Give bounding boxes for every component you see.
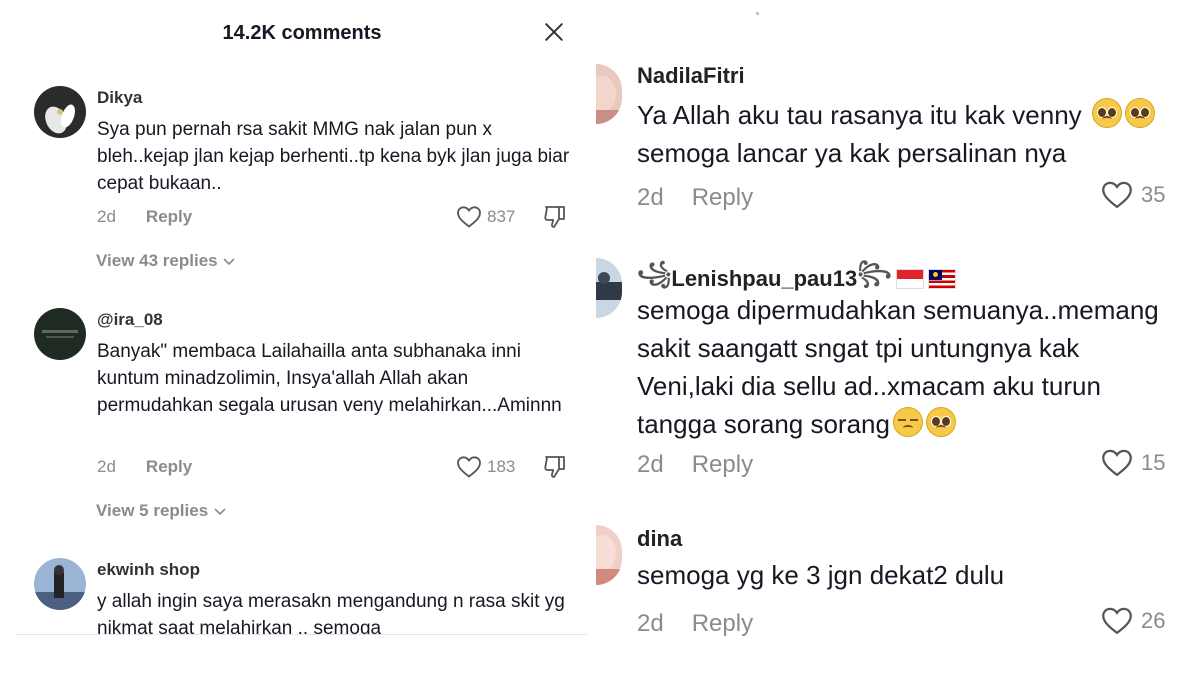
malaysia-flag (927, 268, 956, 289)
reply-button[interactable]: Reply (146, 207, 192, 226)
comment-username[interactable]: @ira_08 (97, 310, 163, 330)
comment-meta: 2d Reply (637, 184, 753, 212)
pensive-face-emoji (892, 407, 923, 437)
pleading-face-emoji (1124, 98, 1155, 128)
like-count: 35 (1141, 182, 1166, 207)
avatar[interactable] (34, 558, 86, 610)
like-button[interactable]: 183 (456, 455, 515, 479)
comments-panel-left: 14.2K comments Dikya Sya pun pernah rsa … (0, 0, 596, 674)
like-button[interactable]: 837 (456, 205, 515, 229)
username-text: Lenishpau_pau13 (671, 265, 858, 291)
heart-icon (457, 206, 481, 228)
comment-line: Veni,laki dia sellu ad..xmacam aku turun (637, 371, 1101, 401)
comment-username[interactable]: Dikya (97, 88, 142, 108)
comments-panel-right: NadilaFitri Ya Allah aku tau rasanya itu… (596, 0, 1200, 674)
comments-count-title: 14.2K comments (222, 22, 382, 44)
comment-time: 2d (97, 207, 116, 226)
comment-line: tangga sorang sorang (637, 409, 890, 439)
reply-button[interactable]: Reply (692, 451, 753, 478)
avatar[interactable] (596, 64, 622, 124)
chevron-down-icon (223, 258, 235, 266)
comment-line: Ya Allah aku tau rasanya itu kak venny (637, 100, 1082, 130)
comment-time: 2d (637, 451, 664, 478)
comment-username[interactable]: dina (637, 526, 682, 552)
comment-time: 2d (637, 610, 664, 637)
chevron-down-icon (214, 508, 226, 516)
divider-dot (756, 12, 759, 15)
dislike-icon[interactable] (542, 454, 568, 485)
avatar[interactable] (596, 258, 622, 318)
like-count: 837 (487, 207, 516, 226)
pleading-face-emoji (925, 407, 956, 437)
view-replies-button[interactable]: View 43 replies (96, 251, 236, 271)
dislike-icon[interactable] (542, 204, 568, 235)
comment-time: 2d (97, 457, 116, 476)
reply-button[interactable]: Reply (146, 457, 192, 476)
view-replies-button[interactable]: View 5 replies (96, 501, 227, 521)
comment-text: Banyak" membaca Lailahailla anta subhana… (97, 341, 562, 416)
panel-bottom-mask (0, 635, 596, 674)
like-count: 26 (1141, 608, 1166, 633)
view-replies-label: View 43 replies (96, 251, 218, 270)
avatar[interactable] (596, 525, 622, 585)
comment-text: Ya Allah aku tau rasanya itu kak venny s… (637, 96, 1200, 172)
comment-time: 2d (637, 184, 664, 211)
indonesia-flag (895, 268, 924, 289)
reply-button[interactable]: Reply (692, 184, 753, 211)
heart-icon (1102, 449, 1132, 477)
divider (15, 634, 587, 635)
view-replies-label: View 5 replies (96, 501, 209, 520)
comment-text: semoga yg ke 3 jgn dekat2 dulu (637, 556, 1200, 594)
like-count: 15 (1141, 450, 1166, 475)
like-button[interactable]: 15 (1100, 448, 1165, 478)
close-icon[interactable] (540, 18, 568, 46)
heart-icon (1102, 181, 1132, 209)
comment-username[interactable]: ekwinh shop (97, 560, 200, 580)
comment-meta: 2d Reply (97, 207, 192, 227)
reply-button[interactable]: Reply (692, 610, 753, 637)
avatar[interactable] (34, 86, 86, 138)
comment-line: semoga lancar ya kak persalinan nya (637, 138, 1067, 168)
like-count: 183 (487, 457, 516, 476)
comment-text: semoga dipermudahkan semuanya..memang sa… (637, 291, 1200, 443)
comment-text: Sya pun pernah rsa sakit MMG nak jalan p… (97, 119, 570, 194)
avatar[interactable] (34, 308, 86, 360)
heart-icon (457, 456, 481, 478)
comment-meta: 2d Reply (637, 610, 753, 638)
comment-line: semoga yg ke 3 jgn dekat2 dulu (637, 560, 1005, 590)
heart-icon (1102, 607, 1132, 635)
pleading-face-emoji (1091, 98, 1122, 128)
comment-meta: 2d Reply (97, 457, 192, 477)
comment-line: sakit saangatt sngat tpi untungnya kak (637, 333, 1080, 363)
comment-line: semoga dipermudahkan semuanya..memang (637, 295, 1159, 325)
comment-username[interactable]: NadilaFitri (637, 63, 745, 89)
comment-meta: 2d Reply (637, 451, 753, 479)
like-button[interactable]: 35 (1100, 180, 1165, 210)
like-button[interactable]: 26 (1100, 606, 1165, 636)
